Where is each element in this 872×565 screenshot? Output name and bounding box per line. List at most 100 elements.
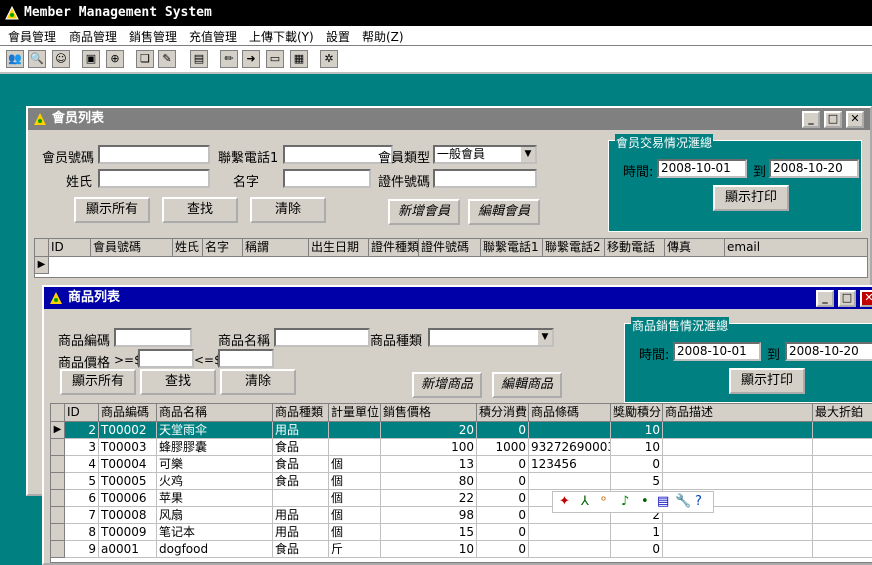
ime-mode-icon[interactable]: ⅄ (581, 494, 589, 509)
cell-id[interactable]: 9 (65, 541, 99, 558)
cell-name[interactable]: 苹果 (157, 490, 273, 507)
table-row[interactable]: 9 a0001 dogfood 食品斤 10 0 0 (51, 541, 872, 558)
show-all-button[interactable]: 顯示所有 (60, 369, 136, 395)
cell-price[interactable]: 80 (381, 473, 477, 490)
header-unit[interactable]: 計量單位 (329, 404, 381, 422)
row-indicator[interactable] (51, 456, 65, 473)
cell--max[interactable] (813, 490, 872, 507)
cell-price[interactable]: 15 (381, 524, 477, 541)
header-product-code[interactable]: 商品編碼 (99, 404, 157, 422)
header-fax[interactable]: 傳真 (665, 239, 725, 257)
cell-barcode[interactable]: 9327269000321 (529, 439, 611, 456)
member-type-select[interactable]: 一般會員 ▼ (433, 145, 537, 164)
from-date-input[interactable]: 2008-10-01 (657, 159, 747, 178)
ime-punct-icon[interactable]: ᵒ (601, 494, 606, 509)
cell-type[interactable]: 食品 (273, 473, 329, 490)
cell-unit[interactable]: 個 (329, 473, 381, 490)
header-bonus[interactable]: 獎勵積分 (611, 404, 663, 422)
menu-help[interactable]: 帮助(Z) (362, 28, 404, 45)
cell-code[interactable]: T00002 (99, 422, 157, 439)
table-row[interactable]: 6T00006苹果個2200 (51, 490, 872, 507)
menu-sales[interactable]: 銷售管理 (129, 28, 177, 45)
chevron-down-icon[interactable]: ▼ (538, 330, 552, 345)
cell-points-use[interactable]: 0 (477, 422, 529, 439)
cell-bonus[interactable]: 0 (611, 541, 663, 558)
header-id-type[interactable]: 證件種類 (369, 239, 419, 257)
chevron-down-icon[interactable]: ▼ (521, 147, 535, 162)
cell-unit[interactable]: 個 (329, 456, 381, 473)
header-id-no[interactable]: 證件號碼 (419, 239, 481, 257)
cell-code[interactable]: T00005 (99, 473, 157, 490)
cell-id[interactable]: 3 (65, 439, 99, 456)
pencil-icon[interactable]: ✏ (220, 50, 238, 68)
user-icon[interactable]: ☺ (52, 50, 70, 68)
cell--max[interactable] (813, 422, 872, 439)
cell-unit[interactable] (329, 439, 381, 456)
cell-name[interactable]: 天堂雨伞 (157, 422, 273, 439)
cell-name[interactable]: 风扇 (157, 507, 273, 524)
header-phone1[interactable]: 聯繫電話1 (481, 239, 543, 257)
row-indicator[interactable] (51, 524, 65, 541)
cell-type[interactable]: 食品 (273, 456, 329, 473)
cell-desc[interactable] (663, 422, 813, 439)
header-phone2[interactable]: 聯繫電話2 (543, 239, 605, 257)
cell-unit[interactable]: 個 (329, 507, 381, 524)
from-date-input[interactable]: 2008-10-01 (673, 342, 761, 361)
cell-points-use[interactable]: 0 (477, 524, 529, 541)
window-icon[interactable]: ▭ (266, 50, 284, 68)
cell-type[interactable]: 用品 (273, 422, 329, 439)
cell--max[interactable] (813, 524, 872, 541)
cell-code[interactable]: T00003 (99, 439, 157, 456)
cell-points-use[interactable]: 0 (477, 507, 529, 524)
edit-product-button[interactable]: 編輯商品 (492, 372, 562, 398)
header-id[interactable]: ID (65, 404, 99, 422)
header-points-use[interactable]: 積分消費 (477, 404, 529, 422)
cell-name[interactable]: 笔记本 (157, 524, 273, 541)
cell-bonus[interactable]: 10 (611, 422, 663, 439)
header-product-name[interactable]: 商品名稱 (157, 404, 273, 422)
product-code-input[interactable] (114, 328, 192, 347)
cell-barcode[interactable] (529, 524, 611, 541)
header-description[interactable]: 商品描述 (663, 404, 813, 422)
row-indicator[interactable] (51, 490, 65, 507)
table-row[interactable]: 5 T00005 火鸡 食品個 80 0 5 (51, 473, 872, 490)
cell-points-use[interactable]: 0 (477, 456, 529, 473)
table-row[interactable]: 4 T00004 可樂 食品個 13 0 123456 0 (51, 456, 872, 473)
edit-member-button[interactable]: 編輯會員 (468, 199, 540, 225)
cell-id[interactable]: 7 (65, 507, 99, 524)
clear-button[interactable]: 清除 (250, 197, 326, 223)
cell-barcode[interactable]: 123456 (529, 456, 611, 473)
cell-barcode[interactable] (529, 541, 611, 558)
member-search-icon[interactable]: 🔍 (28, 50, 46, 68)
cell-name[interactable]: 可樂 (157, 456, 273, 473)
cell-price[interactable]: 20 (381, 422, 477, 439)
cell-id[interactable]: 2 (65, 422, 99, 439)
header-price[interactable]: 銷售價格 (381, 404, 477, 422)
copy-icon[interactable]: ❏ (136, 50, 154, 68)
cell-unit[interactable] (329, 422, 381, 439)
cell-price[interactable]: 22 (381, 490, 477, 507)
header-name[interactable]: 名字 (203, 239, 243, 257)
cell-barcode[interactable] (529, 422, 611, 439)
notebook-icon[interactable]: ▤ (190, 50, 208, 68)
member-new-row[interactable]: ▶ (35, 257, 867, 274)
cell-desc[interactable] (663, 456, 813, 473)
ime-help-icon[interactable]: ? (695, 494, 702, 509)
cell-name[interactable]: 火鸡 (157, 473, 273, 490)
cell-bonus[interactable]: 1 (611, 524, 663, 541)
cell-points-use[interactable]: 0 (477, 541, 529, 558)
cell-desc[interactable] (663, 524, 813, 541)
cell--max[interactable] (813, 456, 872, 473)
cell--max[interactable] (813, 507, 872, 524)
cell-bonus[interactable]: 5 (611, 473, 663, 490)
cell-type[interactable]: 食品 (273, 439, 329, 456)
header-id[interactable]: ID (49, 239, 91, 257)
cell-code[interactable]: T00009 (99, 524, 157, 541)
ime-keyboard-icon[interactable]: ▤ (657, 494, 669, 509)
ime-shape-icon[interactable]: ♪ (621, 494, 629, 509)
header-member-no[interactable]: 會員號碼 (91, 239, 173, 257)
cell-type[interactable]: 用品 (273, 524, 329, 541)
cell-type[interactable]: 食品 (273, 541, 329, 558)
header-product-type[interactable]: 商品種類 (273, 404, 329, 422)
cell-barcode[interactable] (529, 473, 611, 490)
